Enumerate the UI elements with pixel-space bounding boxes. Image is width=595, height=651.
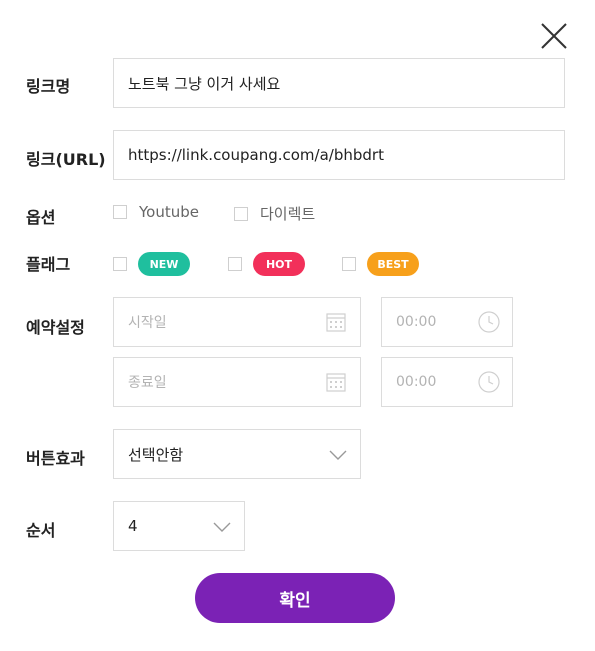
clock-icon [478,311,500,333]
flag-best-badge: BEST [367,252,419,276]
start-time-placeholder: 00:00 [396,314,437,330]
flag-new-badge: NEW [138,252,190,276]
schedule-label: 예약설정 [26,318,85,337]
order-value: 4 [128,517,138,535]
close-icon [541,23,567,49]
link-name-label: 링크명 [26,77,71,96]
options-label: 옵션 [26,208,56,227]
calendar-icon [326,313,346,332]
button-effect-select[interactable]: 선택안함 [113,429,361,479]
option-youtube[interactable]: Youtube [113,203,199,221]
option-direct-label: 다이렉트 [260,205,316,223]
order-select[interactable]: 4 [113,501,245,551]
chevron-down-icon [329,450,347,460]
calendar-icon [326,373,346,392]
button-effect-label: 버튼효과 [26,449,85,468]
link-url-label: 링크(URL) [26,150,106,169]
clock-icon [478,371,500,393]
flag-label: 플래그 [26,255,71,274]
start-date-placeholder: 시작일 [128,315,167,331]
flag-new[interactable]: NEW [113,252,190,276]
link-name-input[interactable]: 노트북 그냥 이거 사세요 [113,58,565,108]
link-name-value: 노트북 그냥 이거 사세요 [128,74,281,93]
flag-hot-badge: HOT [253,252,305,276]
chevron-down-icon [213,522,231,532]
end-date-placeholder: 종료일 [128,375,167,391]
flag-new-checkbox[interactable] [113,257,127,271]
start-date-input[interactable]: 시작일 [113,297,361,347]
link-url-value: https://link.coupang.com/a/bhbdrt [128,146,384,164]
button-effect-value: 선택안함 [128,445,184,464]
end-date-input[interactable]: 종료일 [113,357,361,407]
option-youtube-checkbox[interactable] [113,205,127,219]
flag-best[interactable]: BEST [342,252,419,276]
order-label: 순서 [26,521,56,540]
end-time-placeholder: 00:00 [396,374,437,390]
end-time-input[interactable]: 00:00 [381,357,513,407]
option-direct-checkbox[interactable] [234,206,248,221]
confirm-button[interactable]: 확인 [195,573,395,623]
link-url-input[interactable]: https://link.coupang.com/a/bhbdrt [113,130,565,180]
flag-hot[interactable]: HOT [228,252,305,276]
flag-best-checkbox[interactable] [342,257,356,271]
start-time-input[interactable]: 00:00 [381,297,513,347]
option-youtube-label: Youtube [139,203,199,221]
flag-hot-checkbox[interactable] [228,257,242,271]
close-button[interactable] [540,22,568,50]
option-direct[interactable]: 다이렉트 [234,203,315,224]
